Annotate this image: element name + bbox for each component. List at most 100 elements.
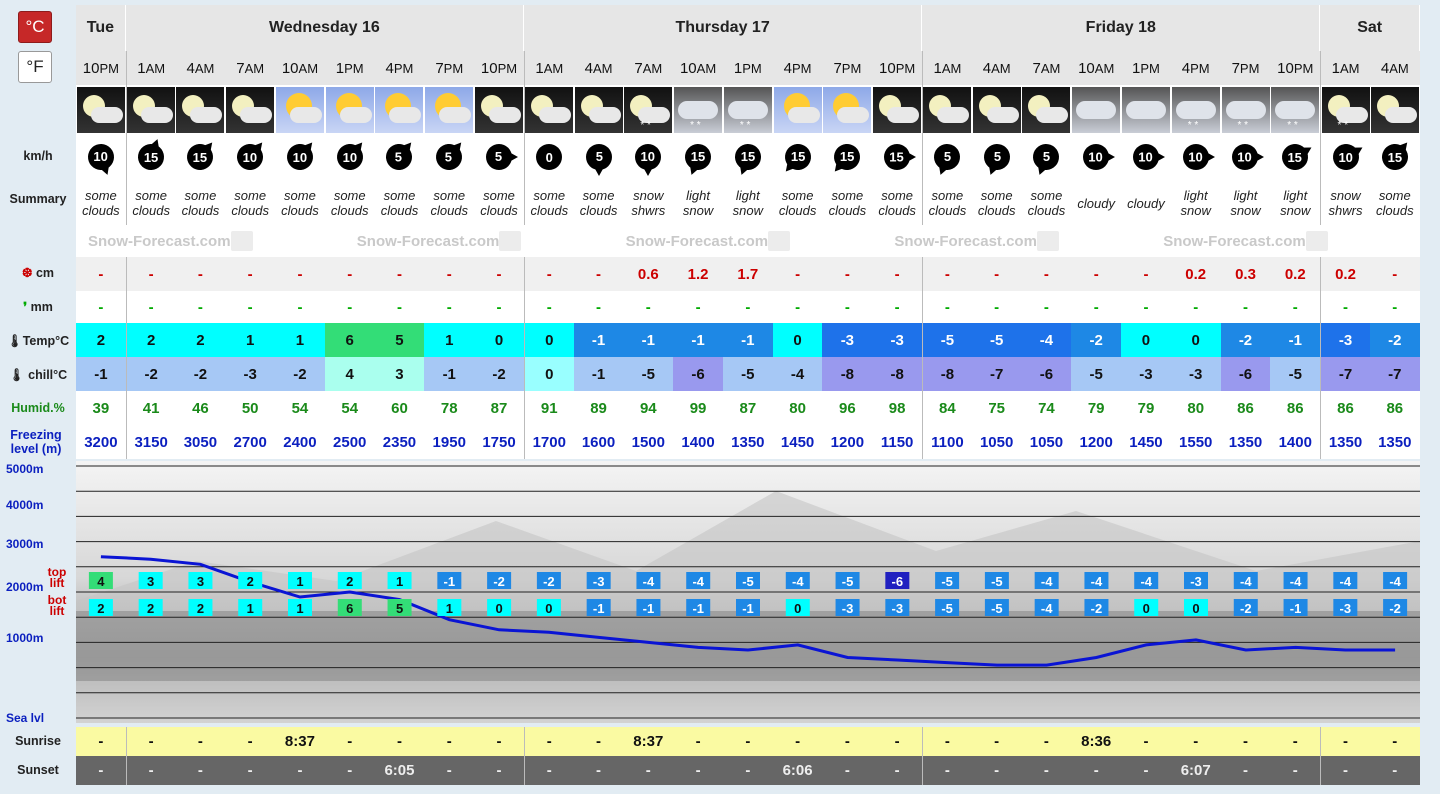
- bottom-lift-temp: 0: [1143, 601, 1150, 616]
- row-labels-column: °C °F km/h Summary ❆ cm ❜ mm 🌡Temp°C 🌡 c…: [0, 0, 76, 794]
- sunset-time: -: [225, 756, 276, 785]
- temperature-value: -1: [722, 323, 773, 357]
- snow-amount: -: [374, 257, 425, 291]
- day-header: Sat: [1320, 5, 1420, 51]
- time-row: 10 PM 1 AM 4 AM 7 AM 10 AM 1 PM 4 PM 7 PM 10 PM 1…: [76, 51, 1420, 85]
- time-hour: 7: [833, 59, 842, 77]
- sunrise-time: -: [1320, 727, 1370, 756]
- wind-cell: 5: [474, 135, 524, 179]
- snow-amount: -: [1121, 257, 1171, 291]
- wind-speed: 5: [445, 149, 453, 165]
- summary-text: some clouds: [324, 179, 375, 225]
- watermark-logo-icon: [499, 231, 522, 251]
- snow-amount: -: [76, 257, 126, 291]
- wind-direction-icon: 10: [635, 144, 662, 176]
- time-ampm: AM: [1389, 60, 1409, 76]
- thermometer-icon: 🌡: [8, 368, 29, 382]
- time-hour: 4: [783, 59, 793, 77]
- watermark: Snow-Forecast.com: [882, 225, 1151, 257]
- wind-direction-icon: 5: [930, 140, 965, 177]
- wind-speed: 10: [292, 149, 308, 165]
- summary-text: some clouds: [1021, 179, 1072, 225]
- wind-cell: 10: [1121, 135, 1171, 179]
- wind-speed: 5: [395, 149, 404, 165]
- bottom-lift-temp: -5: [991, 601, 1003, 616]
- time-label: 1 AM: [922, 51, 972, 85]
- sunrise-time: 8:37: [623, 727, 674, 756]
- rain-amount: -: [275, 291, 325, 323]
- wind-chill-value: -4: [772, 357, 823, 391]
- weather-cell: [523, 85, 574, 135]
- weather-cell: [374, 85, 425, 135]
- wind-cell: 5: [424, 135, 475, 179]
- wind-chill-value: -5: [1071, 357, 1122, 391]
- sunset-time: -: [523, 756, 574, 785]
- time-label: 10 PM: [1270, 51, 1321, 85]
- watermark-logo-icon: [230, 231, 253, 251]
- wind-chill-value: -2: [275, 357, 325, 391]
- summary-text: light snow: [1170, 179, 1221, 225]
- celsius-toggle-button[interactable]: °C: [18, 11, 52, 43]
- wind-direction-icon: 15: [1277, 139, 1315, 175]
- day-header: Thursday 17: [523, 5, 923, 51]
- weather-cell: * *: [1270, 85, 1321, 135]
- temperature-value: -1: [1270, 323, 1321, 357]
- sunset-time: -: [1220, 756, 1271, 785]
- humidity-value: 79: [1071, 391, 1122, 425]
- rain-amount: -: [772, 291, 823, 323]
- time-hour: 7: [1231, 59, 1240, 77]
- freezing-level-value: 3150: [125, 425, 176, 459]
- temperature-value: 1: [424, 323, 475, 357]
- snow-amount: -: [424, 257, 475, 291]
- bottom-lift-temp: -1: [1290, 601, 1302, 616]
- bottom-lift-temp: 6: [346, 601, 353, 616]
- summary-text: some clouds: [822, 179, 873, 225]
- watermark: Snow-Forecast.com: [614, 225, 883, 257]
- sunset-time: -: [822, 756, 873, 785]
- freezing-level-value: 1700: [523, 425, 574, 459]
- wind-cell: 5: [971, 135, 1022, 179]
- rain-amount: -: [1121, 291, 1171, 323]
- wind-direction-icon: 5: [585, 144, 612, 176]
- rain-row: ---------------------------: [76, 291, 1420, 323]
- wind-speed: 0: [545, 149, 553, 165]
- temperature-value: 0: [1170, 323, 1221, 357]
- wind-cell: 15: [1369, 135, 1420, 179]
- time-hour: 7: [1032, 59, 1041, 77]
- time-hour: 1: [137, 59, 146, 77]
- wind-cell: 15: [1270, 135, 1321, 179]
- temperature-value: 1: [225, 323, 276, 357]
- bottom-lift-label: bot lift: [47, 593, 67, 618]
- humidity-value: 46: [175, 391, 226, 425]
- snow-amount: -: [275, 257, 325, 291]
- sunset-time: -: [673, 756, 723, 785]
- humidity-value: 84: [922, 391, 972, 425]
- sunrise-time: -: [374, 727, 425, 756]
- wind-speed: 10: [1138, 149, 1154, 165]
- summary-text: some clouds: [175, 179, 226, 225]
- wind-chill-value: 3: [374, 357, 425, 391]
- humidity-value: 74: [1021, 391, 1072, 425]
- time-label: 7 PM: [822, 51, 873, 85]
- sunset-time: -: [474, 756, 524, 785]
- raindrop-icon: ❜: [23, 300, 31, 314]
- wind-direction-icon: 15: [681, 140, 715, 177]
- wind-cell: 15: [722, 135, 773, 179]
- bottom-lift-temp: 0: [495, 601, 502, 616]
- weather-cell: [76, 85, 126, 135]
- sunset-time: -: [76, 756, 126, 785]
- sun-cloud-icon: [425, 87, 474, 133]
- fahrenheit-toggle-button[interactable]: °F: [18, 51, 52, 83]
- sunrise-time: -: [523, 727, 574, 756]
- wind-cell: 5: [573, 135, 624, 179]
- wind-chill-value: -5: [623, 357, 674, 391]
- weather-cell: [1071, 85, 1122, 135]
- humidity-value: 60: [374, 391, 425, 425]
- summary-text: light snow: [1270, 179, 1321, 225]
- bottom-lift-temp: -2: [1389, 601, 1401, 616]
- snow-amount: 0.2: [1170, 257, 1221, 291]
- wind-speed: 15: [790, 149, 805, 165]
- time-label: 1 PM: [324, 51, 375, 85]
- humidity-value: 75: [971, 391, 1022, 425]
- rain-amount: -: [523, 291, 574, 323]
